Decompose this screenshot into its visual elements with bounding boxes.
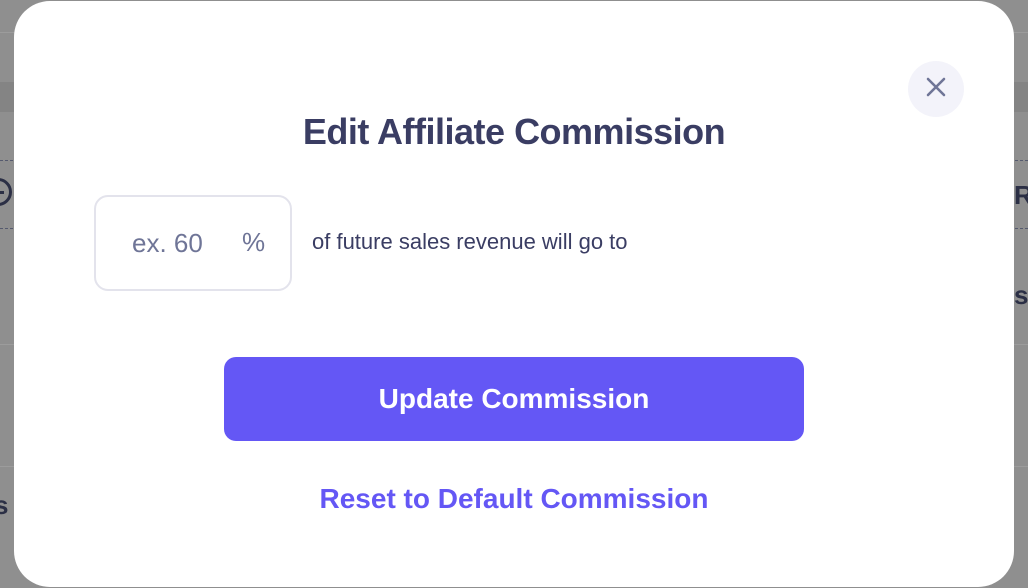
commission-description: of future sales revenue will go to — [312, 229, 628, 254]
close-icon[interactable] — [925, 76, 947, 103]
edit-commission-modal: Edit Affiliate Commission % of future sa… — [14, 1, 1014, 587]
modal-title: Edit Affiliate Commission — [302, 111, 726, 152]
background-text-fragment: s — [0, 490, 9, 520]
background-text-fragment: s — [1014, 280, 1028, 310]
close-button[interactable] — [908, 61, 964, 117]
reset-default-commission-link[interactable]: Reset to Default Commission — [14, 483, 1014, 515]
percent-suffix: % — [242, 227, 266, 257]
commission-percent-input[interactable] — [132, 221, 232, 265]
update-commission-button[interactable]: Update Commission — [224, 357, 804, 441]
add-circle-icon — [0, 178, 12, 206]
background-text-fragment: R — [1014, 180, 1028, 210]
commission-input-container[interactable]: % — [94, 195, 292, 291]
